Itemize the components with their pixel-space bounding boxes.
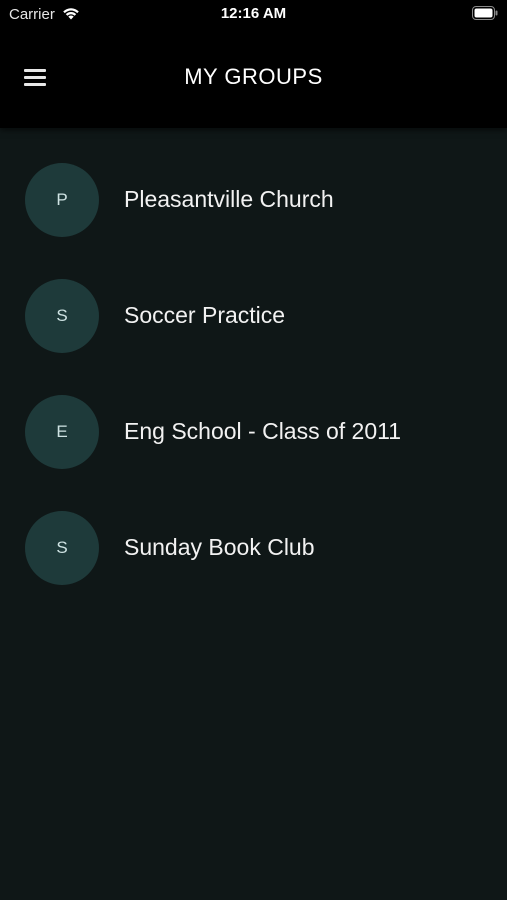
group-name: Soccer Practice [124,302,286,328]
page-title: MY GROUPS [184,64,323,89]
group-name: Sunday Book Club [124,534,315,560]
avatar: S [25,279,99,353]
avatar: P [25,163,99,237]
header-bar: MY GROUPS [0,30,507,128]
group-name: Pleasantville Church [124,186,334,212]
clock: 12:16 AM [220,5,287,22]
group-list-item[interactable]: S Sunday Book Club [0,476,507,592]
group-list-item[interactable]: S Soccer Practice [0,244,507,360]
app-screen: Carrier 12:16 AM MY GROUPS P Pleasantvil… [0,0,507,900]
avatar: E [25,395,99,469]
group-list-item[interactable]: E Eng School - Class of 2011 [0,360,507,476]
avatar: S [25,511,99,585]
group-list: P Pleasantville Church S Soccer Practice… [0,128,507,592]
status-bar: Carrier 12:16 AM [0,0,507,30]
group-list-item[interactable]: P Pleasantville Church [0,128,507,244]
battery-icon [472,6,498,20]
group-name: Eng School - Class of 2011 [124,418,402,444]
